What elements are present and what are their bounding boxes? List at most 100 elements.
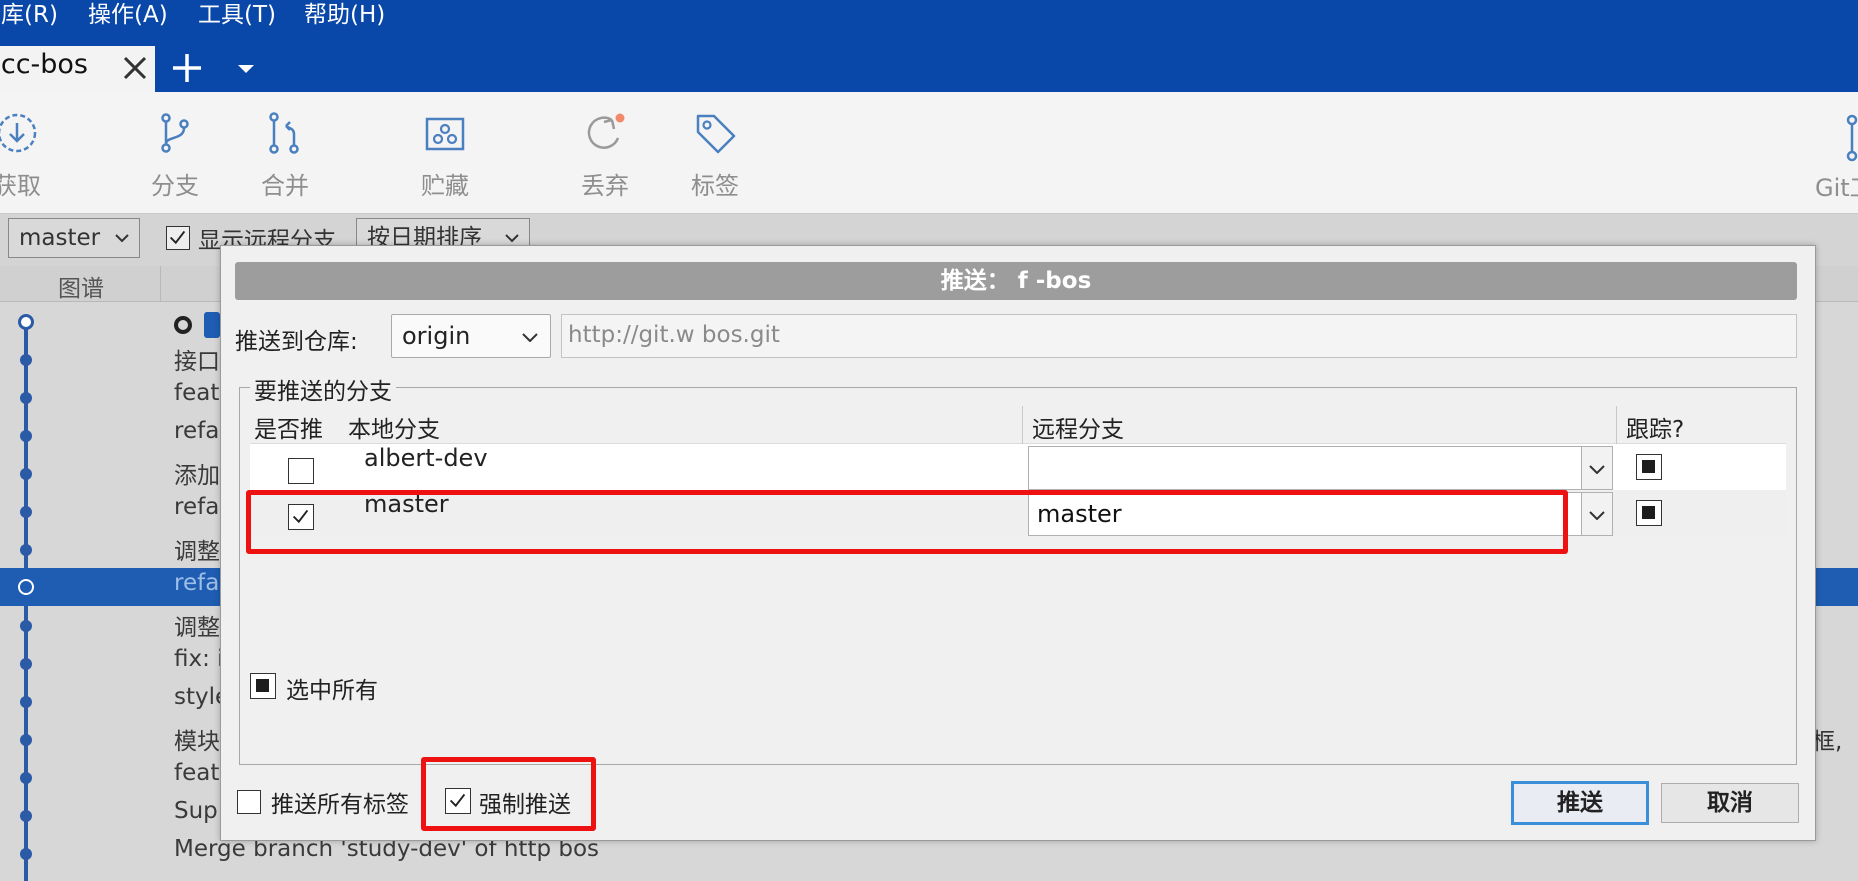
graph-node [20, 696, 32, 708]
graph-node [18, 579, 34, 595]
menu-actions[interactable]: 操作(A) [88, 0, 168, 30]
push-all-tags-label: 推送所有标签 [271, 792, 409, 818]
push-branch-checkbox[interactable] [288, 504, 314, 530]
dialog-titlebar: 推送： f -bos [235, 262, 1797, 300]
chevron-down-icon[interactable] [236, 62, 256, 76]
add-tab-icon[interactable] [170, 51, 204, 85]
local-branch-name: master [364, 490, 449, 518]
commit-message: fix: i [174, 646, 224, 672]
column-header-push[interactable]: 是否推 [254, 410, 323, 444]
working-copy-icon [174, 316, 192, 334]
git-flow-label: Git工 [1815, 174, 1858, 202]
column-header-local[interactable]: 本地分支 [348, 410, 440, 444]
select-all-checkbox[interactable] [250, 673, 276, 699]
graph-node [20, 468, 32, 480]
column-header-remote[interactable]: 远程分支 [1032, 410, 1124, 444]
chevron-down-icon [522, 333, 538, 342]
commit-message: 调整 [174, 615, 220, 641]
column-header-track[interactable]: 跟踪? [1626, 410, 1684, 444]
graph-node [20, 620, 32, 632]
branch-filter-select[interactable]: master [8, 218, 140, 258]
branch-button[interactable]: 分支 [130, 110, 220, 204]
graph-node [20, 430, 32, 442]
menu-help[interactable]: 帮助(H) [304, 0, 385, 30]
graph-column-header[interactable]: 图谱 [58, 269, 104, 303]
branches-group-label: 要推送的分支 [250, 372, 396, 406]
commit-message: 添加 [174, 463, 220, 489]
graph-node [20, 544, 32, 556]
graph-node [20, 354, 32, 366]
indeterminate-mark [1642, 460, 1655, 473]
branch-row: master master [250, 490, 1786, 536]
push-button[interactable]: 推送 [1511, 781, 1649, 825]
checkmark-icon [169, 230, 186, 245]
discard-button[interactable]: 丢弃 [560, 110, 650, 204]
push-all-tags-checkbox[interactable] [237, 790, 261, 814]
remote-branch-dropdown[interactable] [1581, 492, 1613, 536]
merge-button[interactable]: 合并 [240, 110, 330, 204]
graph-node [20, 658, 32, 670]
close-icon[interactable] [121, 54, 149, 82]
remote-branch-dropdown[interactable] [1581, 446, 1613, 490]
select-all-label: 选中所有 [286, 678, 378, 704]
column-divider [160, 266, 161, 302]
column-divider [1022, 406, 1023, 444]
push-dialog: 推送： f -bos 推送到仓库: origin http://git.w bo… [220, 245, 1816, 841]
push-branch-checkbox[interactable] [288, 458, 314, 484]
menu-tools[interactable]: 工具(T) [198, 0, 276, 30]
local-branch-name: albert-dev [364, 444, 488, 472]
track-checkbox[interactable] [1636, 500, 1662, 526]
cancel-button[interactable]: 取消 [1661, 783, 1799, 823]
graph-node [20, 772, 32, 784]
tag-label: 标签 [691, 172, 739, 200]
fetch-button[interactable]: 获取 [0, 110, 62, 204]
tag-button[interactable]: 标签 [670, 110, 760, 204]
graph-node [20, 810, 32, 822]
graph-node [20, 506, 32, 518]
git-flow-icon[interactable] [1840, 114, 1858, 162]
fetch-icon [0, 113, 37, 153]
remote-branch-input[interactable]: master [1028, 492, 1582, 536]
branches-group: 要推送的分支 是否推 本地分支 远程分支 跟踪? albert-dev mast… [239, 372, 1797, 765]
graph-node [18, 314, 34, 330]
discard-label: 丢弃 [581, 172, 629, 200]
remote-url-field: http://git.w bos.git [561, 314, 1797, 358]
graph-node [20, 392, 32, 404]
remote-select[interactable]: origin [391, 314, 551, 358]
push-to-label: 推送到仓库: [235, 329, 358, 355]
menu-bar: 仓库(R) 操作(A) 工具(T) 帮助(H) [0, 0, 1858, 40]
commit-message: 接口 [174, 349, 220, 375]
column-divider [1616, 406, 1617, 444]
merge-label: 合并 [261, 172, 309, 200]
fetch-label: 获取 [0, 172, 41, 200]
indeterminate-mark [1642, 506, 1655, 519]
branch-filter-value: master [19, 225, 101, 251]
commit-message: refa [174, 418, 220, 444]
truncated-commit-text: 框, [1812, 729, 1843, 755]
tag-icon [696, 114, 736, 154]
tab-bar: ccc-bos [0, 40, 1858, 92]
tab-label: ccc-bos [0, 49, 89, 80]
track-checkbox[interactable] [1636, 454, 1662, 480]
commit-message: Sup [174, 798, 218, 824]
branch-table: 是否推 本地分支 远程分支 跟踪? albert-dev master mast… [250, 406, 1786, 708]
remote-branch-input[interactable] [1028, 446, 1582, 490]
chevron-down-icon [505, 234, 519, 243]
chevron-down-icon [1589, 465, 1605, 474]
branch-label-badge [204, 312, 220, 338]
show-remote-checkbox[interactable] [166, 226, 190, 250]
dialog-title: 推送： f -bos [940, 268, 1092, 294]
menu-repository[interactable]: 仓库(R) [0, 0, 58, 30]
toolbar: 获取 分支 合并 贮藏 丢弃 标签 [0, 92, 1858, 214]
stash-label: 贮藏 [421, 172, 469, 200]
commit-message: 模块 [174, 729, 220, 755]
commit-message: feat [174, 760, 220, 786]
branch-row: albert-dev [250, 444, 1786, 490]
stash-button[interactable]: 贮藏 [400, 110, 490, 204]
chevron-down-icon [1589, 511, 1605, 520]
commit-message: refa [174, 570, 220, 596]
graph-node [20, 734, 32, 746]
force-push-checkbox[interactable] [445, 788, 471, 814]
discard-icon [587, 113, 625, 149]
commit-message: feat [174, 380, 220, 406]
